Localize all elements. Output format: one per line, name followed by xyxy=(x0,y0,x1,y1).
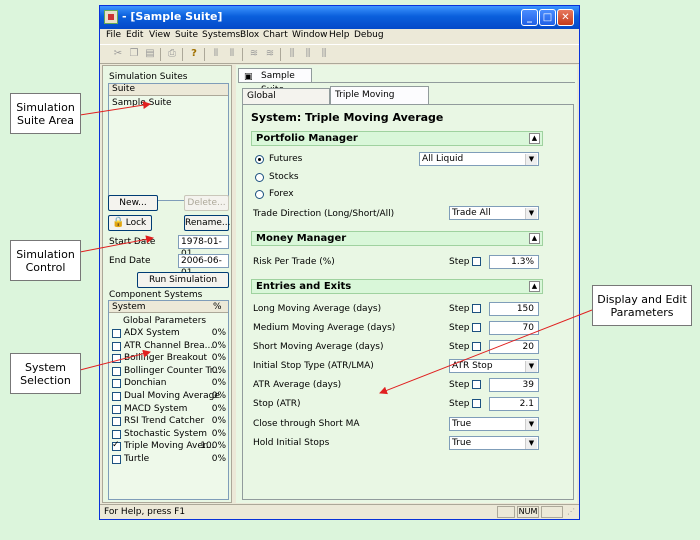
annotation-arrows xyxy=(79,101,593,395)
callout-display-edit: Display and Edit Parameters xyxy=(592,285,692,326)
callout-system-selection: System Selection xyxy=(10,353,81,394)
callout-simulation-control: Simulation Control xyxy=(10,240,81,281)
display-edit-arrow xyxy=(379,309,593,395)
suite-area-arrow xyxy=(79,101,151,116)
system-selection-arrow xyxy=(79,349,151,371)
callout-suite-area: Simulation Suite Area xyxy=(10,93,81,134)
simulation-control-arrow xyxy=(79,235,154,253)
